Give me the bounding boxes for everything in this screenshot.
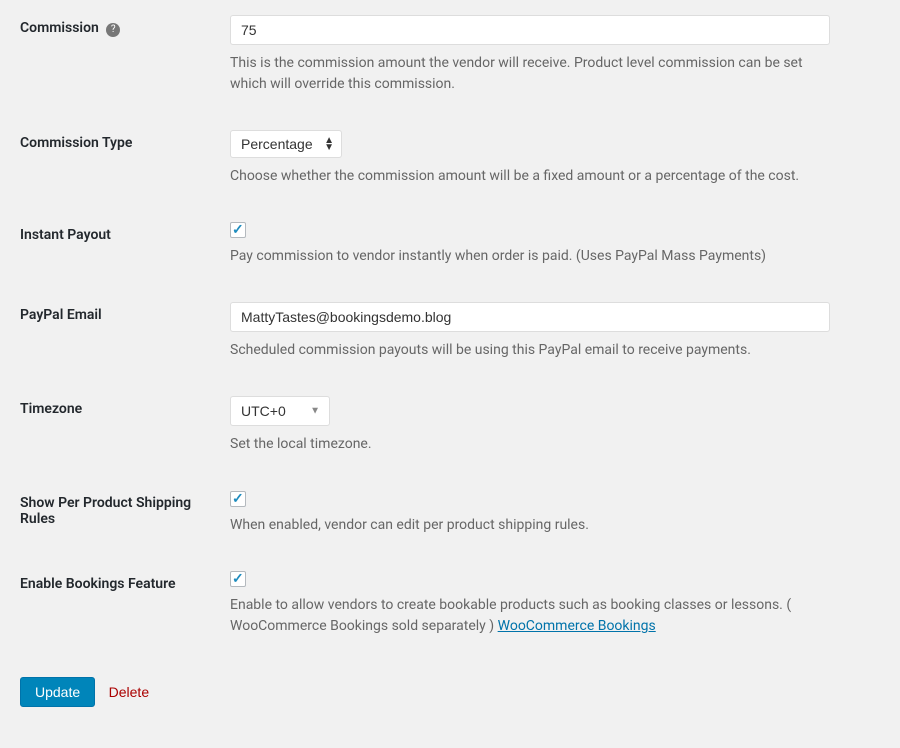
enable-bookings-description: Enable to allow vendors to create bookab…: [230, 595, 830, 637]
commission-type-select[interactable]: Percentage: [230, 130, 342, 158]
instant-payout-description: Pay commission to vendor instantly when …: [230, 246, 830, 267]
commission-type-row: Commission Type Percentage ▲▼ Choose whe…: [0, 115, 900, 207]
paypal-email-label: PayPal Email: [20, 307, 102, 323]
shipping-rules-label: Show Per Product Shipping Rules: [20, 495, 191, 527]
commission-type-description: Choose whether the commission amount wil…: [230, 166, 830, 187]
help-icon[interactable]: ?: [106, 23, 120, 37]
commission-row: Commission ? This is the commission amou…: [0, 0, 900, 115]
paypal-email-row: PayPal Email Scheduled commission payout…: [0, 287, 900, 381]
shipping-rules-description: When enabled, vendor can edit per produc…: [230, 515, 830, 536]
commission-label: Commission: [20, 20, 99, 36]
timezone-select[interactable]: UTC+0: [230, 396, 330, 426]
delete-button[interactable]: Delete: [109, 684, 149, 700]
commission-input[interactable]: [230, 15, 830, 45]
enable-bookings-label: Enable Bookings Feature: [20, 576, 176, 592]
timezone-description: Set the local timezone.: [230, 434, 830, 455]
enable-bookings-row: Enable Bookings Feature Enable to allow …: [0, 556, 900, 657]
update-button[interactable]: Update: [20, 677, 95, 707]
commission-type-label: Commission Type: [20, 135, 132, 151]
form-actions: Update Delete: [0, 657, 900, 727]
instant-payout-checkbox[interactable]: [230, 222, 246, 238]
timezone-row: Timezone UTC+0 ▼ Set the local timezone.: [0, 381, 900, 475]
woocommerce-bookings-link[interactable]: WooCommerce Bookings: [498, 618, 656, 634]
paypal-email-input[interactable]: [230, 302, 830, 332]
timezone-label: Timezone: [20, 401, 82, 417]
instant-payout-row: Instant Payout Pay commission to vendor …: [0, 207, 900, 287]
paypal-email-description: Scheduled commission payouts will be usi…: [230, 340, 830, 361]
instant-payout-label: Instant Payout: [20, 227, 111, 243]
shipping-rules-checkbox[interactable]: [230, 491, 246, 507]
commission-description: This is the commission amount the vendor…: [230, 53, 830, 95]
enable-bookings-checkbox[interactable]: [230, 571, 246, 587]
shipping-rules-row: Show Per Product Shipping Rules When ena…: [0, 475, 900, 555]
